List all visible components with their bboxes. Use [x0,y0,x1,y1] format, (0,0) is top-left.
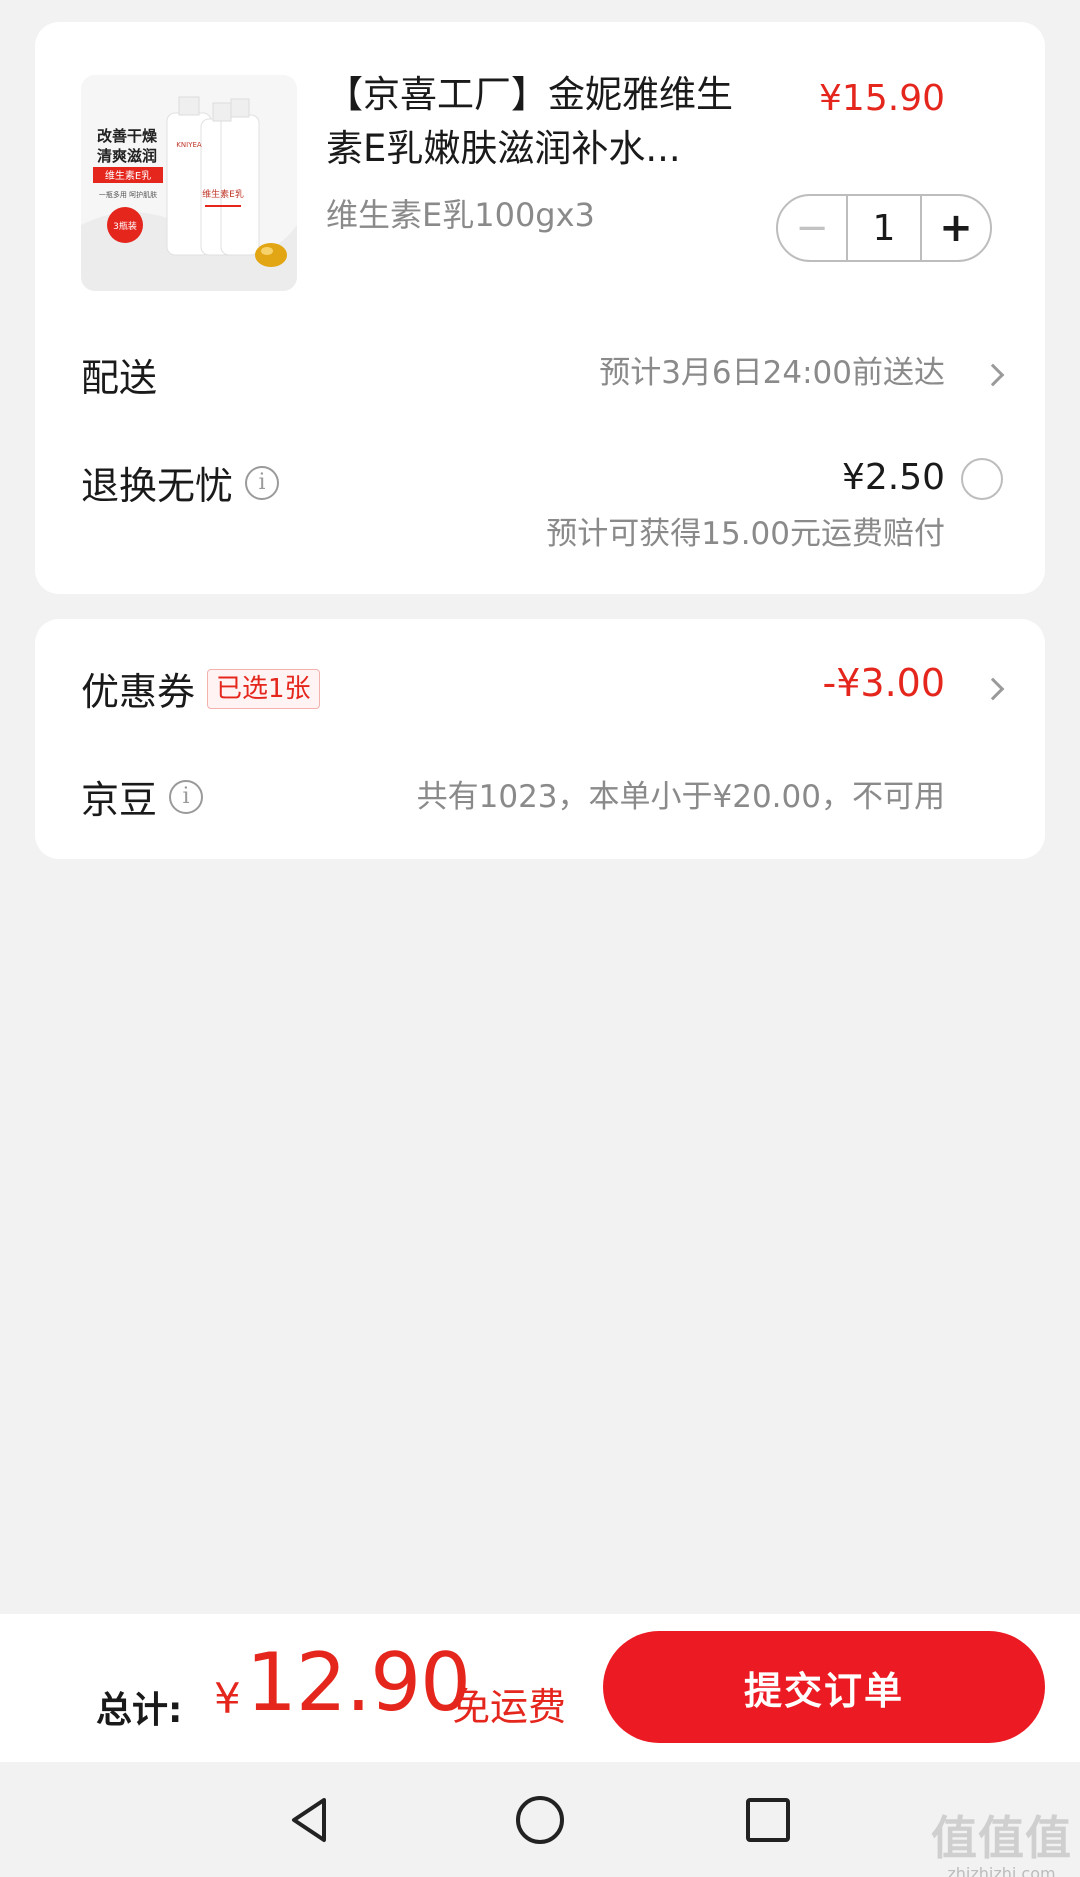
product-image[interactable]: KNIYEA 维生素E乳 改善干燥 清爽滋润 维生素E乳 一瓶多用 呵护肌肤 3… [81,75,297,291]
product-title[interactable]: 【京喜工厂】金妮雅维生素E乳嫩肤滋润补水... [326,68,746,176]
product-image-graphic: KNIYEA 维生素E乳 改善干燥 清爽滋润 维生素E乳 一瓶多用 呵护肌肤 3… [81,75,297,291]
beans-row: 京豆 i [81,769,204,824]
delivery-estimate[interactable]: 预计3月6日24:00前送达 [599,347,945,392]
order-card: KNIYEA 维生素E乳 改善干燥 清爽滋润 维生素E乳 一瓶多用 呵护肌肤 3… [35,22,1045,594]
product-price: ¥15.90 [819,78,945,119]
return-insurance-row: 退换无忧 i [81,455,280,510]
svg-text:维生素E乳: 维生素E乳 [105,169,151,182]
return-insurance-note: 预计可获得15.00元运费赔付 [546,516,945,552]
home-icon[interactable] [510,1790,570,1850]
discount-card: 优惠券 已选1张 -¥3.00 京豆 i 共有1023，本单小于¥20.00，不… [35,619,1045,859]
back-icon[interactable] [280,1790,340,1850]
chevron-right-icon[interactable] [981,677,1005,701]
decrease-quantity-button[interactable]: − [778,196,846,260]
total-currency: ¥ [214,1674,241,1723]
return-insurance-label: 退换无忧 [81,464,234,508]
coupon-value[interactable]: -¥3.00 [823,661,946,705]
quantity-stepper: − 1 + [776,194,992,262]
return-insurance-price: ¥2.50 [841,457,945,498]
svg-text:维生素E乳: 维生素E乳 [202,188,244,200]
svg-text:一瓶多用 呵护肌肤: 一瓶多用 呵护肌肤 [99,190,157,199]
beans-label: 京豆 [81,778,158,822]
checkout-bar: 总计: ¥ 12.90 免运费 提交订单 [0,1614,1080,1762]
watermark-url: zhizhizhi.com [947,1864,1056,1877]
submit-order-button[interactable]: 提交订单 [603,1631,1045,1743]
free-shipping-label: 免运费 [452,1685,567,1729]
radio-unchecked-icon[interactable] [961,458,1003,500]
svg-text:KNIYEA: KNIYEA [176,141,202,149]
svg-text:改善干燥: 改善干燥 [97,127,158,145]
coupon-selected-badge: 已选1张 [207,668,320,709]
increase-quantity-button[interactable]: + [922,196,990,260]
watermark-logo: 值值值 [931,1811,1072,1865]
info-icon[interactable]: i [245,465,280,500]
svg-text:3瓶装: 3瓶装 [113,220,137,232]
product-spec: 维生素E乳100gx3 [326,196,595,234]
beans-status: 共有1023，本单小于¥20.00，不可用 [416,779,945,815]
total-amount: 12.90 [246,1636,471,1729]
total-label: 总计: [96,1690,183,1731]
site-watermark: 值值值 zhizhizhi.com [931,1802,1072,1877]
recents-icon[interactable] [738,1790,798,1850]
svg-text:清爽滋润: 清爽滋润 [97,147,157,165]
delivery-row[interactable]: 配送 [81,347,157,402]
system-nav-bar: 值值值 zhizhizhi.com [0,1762,1080,1877]
coupon-row[interactable]: 优惠券 已选1张 [81,661,320,716]
info-icon[interactable]: i [169,779,204,814]
chevron-right-icon[interactable] [981,363,1005,387]
quantity-value[interactable]: 1 [846,196,922,260]
coupon-label: 优惠券 [81,670,196,714]
delivery-label: 配送 [81,356,158,400]
